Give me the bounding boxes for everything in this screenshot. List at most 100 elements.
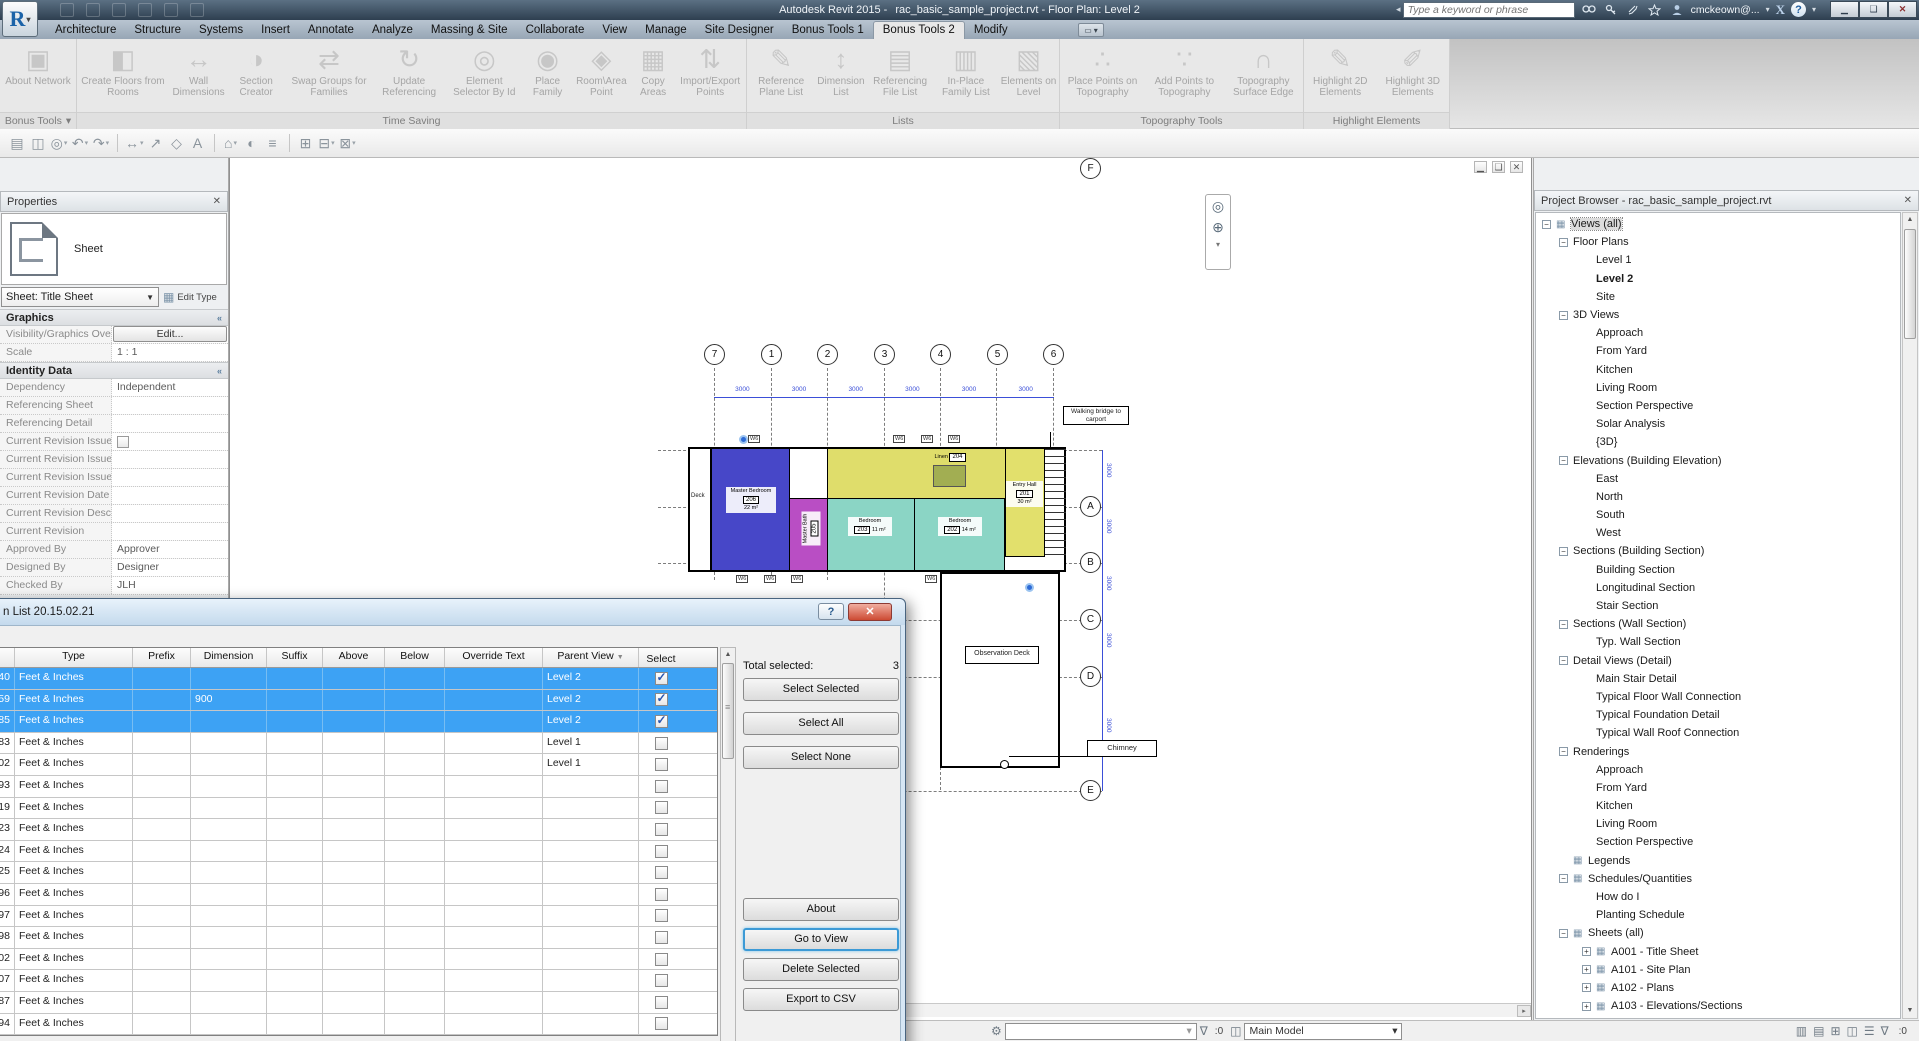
- tree-item[interactable]: + ▦ A104 - Elev./Sec./Det.: [1536, 1015, 1900, 1019]
- dimension-value[interactable]: 3000: [884, 386, 941, 393]
- room-deck[interactable]: Deck: [690, 449, 712, 570]
- row-checkbox[interactable]: [655, 931, 668, 944]
- ribbon-button[interactable]: ◈Room\Area Point: [571, 41, 632, 99]
- tree-item[interactable]: ▦ South: [1536, 506, 1900, 524]
- communication-center-icon[interactable]: [1625, 2, 1641, 18]
- tree-item-label[interactable]: Sections (Wall Section): [1573, 618, 1686, 630]
- row-checkbox[interactable]: [655, 780, 668, 793]
- tree-item[interactable]: ▦ Typical Foundation Detail: [1536, 706, 1900, 724]
- column-header[interactable]: Select: [639, 648, 683, 667]
- property-value[interactable]: 1 : 1 1 : 1: [112, 344, 228, 361]
- tree-item-label[interactable]: {3D}: [1596, 436, 1617, 448]
- column-header[interactable]: [0, 648, 15, 667]
- ribbon-tab[interactable]: Bonus Tools 2: [873, 21, 965, 39]
- row-checkbox[interactable]: [655, 974, 668, 987]
- grid-bubble[interactable]: C: [1080, 609, 1101, 630]
- tree-expand-icon[interactable]: −: [1559, 238, 1568, 247]
- tree-item[interactable]: ▦ West: [1536, 524, 1900, 542]
- property-value[interactable]: Approver: [112, 541, 228, 558]
- ribbon-button[interactable]: ⇄Swap Groups for Families: [284, 41, 374, 99]
- tree-item-label[interactable]: From Yard: [1596, 345, 1647, 357]
- ribbon-tab[interactable]: Manage: [636, 22, 696, 39]
- dimension-value[interactable]: 3000: [941, 386, 998, 393]
- table-scrollbar[interactable]: ▲ ▼: [720, 647, 736, 1041]
- scroll-right-icon[interactable]: ▸: [1517, 1005, 1531, 1017]
- tree-item-label[interactable]: Kitchen: [1596, 800, 1633, 812]
- table-row[interactable]: 523 Feet & Inches: [0, 819, 717, 841]
- grid-bubble[interactable]: 1: [761, 344, 782, 365]
- tree-item-label[interactable]: Building Section: [1596, 564, 1675, 576]
- exclude-options-icon[interactable]: ▤: [1813, 1024, 1824, 1038]
- chimney-symbol[interactable]: [1000, 760, 1009, 769]
- tree-item-label[interactable]: A104 - Elev./Sec./Det.: [1611, 1018, 1718, 1019]
- ribbon-tab[interactable]: Bonus Tools 1: [783, 22, 873, 39]
- tree-item-label[interactable]: West: [1596, 527, 1621, 539]
- tree-item[interactable]: ▦ {3D}: [1536, 433, 1900, 451]
- ribbon-tab[interactable]: Modify: [965, 22, 1017, 39]
- tree-item[interactable]: ▦ Longitudinal Section: [1536, 579, 1900, 597]
- tree-item-label[interactable]: Typical Floor Wall Connection: [1596, 691, 1741, 703]
- property-value[interactable]: JLH: [112, 577, 228, 594]
- ribbon-button[interactable]: ▥In-Place Family List: [934, 41, 998, 99]
- close-icon[interactable]: ✕: [213, 196, 221, 207]
- tree-expand-icon[interactable]: −: [1559, 929, 1568, 938]
- ribbon-button[interactable]: ✐Highlight 3D Elements: [1377, 41, 1450, 99]
- tree-item-label[interactable]: From Yard: [1596, 782, 1647, 794]
- table-row[interactable]: 697 Feet & Inches: [0, 906, 717, 928]
- grid-bubble[interactable]: D: [1080, 666, 1101, 687]
- filter-icon[interactable]: ∇: [1200, 1024, 1208, 1038]
- table-row[interactable]: 385 Feet & Inches Level 2: [0, 711, 717, 733]
- tree-item[interactable]: ▦ Typical Floor Wall Connection: [1536, 688, 1900, 706]
- column-header[interactable]: Type: [15, 648, 133, 667]
- dimension-value[interactable]: 3000: [1105, 718, 1112, 732]
- annotation-observation-deck[interactable]: Observation Deck: [965, 646, 1039, 664]
- grid-bubble[interactable]: A: [1080, 496, 1101, 517]
- restore-button[interactable]: ❑: [1859, 1, 1888, 18]
- room-closet[interactable]: [790, 449, 828, 499]
- tree-item-label[interactable]: Sheets (all): [1588, 927, 1644, 939]
- ribbon-button[interactable]: ↻Update Referencing: [374, 41, 444, 99]
- active-workset-dropdown[interactable]: ▾: [1005, 1023, 1197, 1040]
- tree-item[interactable]: + ▦ A101 - Site Plan: [1536, 961, 1900, 979]
- selection-marker[interactable]: [1025, 583, 1034, 592]
- linen-closet[interactable]: [933, 465, 966, 487]
- dimension-value[interactable]: 3000: [1105, 463, 1112, 477]
- tree-item[interactable]: ▦ Level 1: [1536, 251, 1900, 269]
- tree-expand-icon[interactable]: −: [1559, 311, 1568, 320]
- ribbon-button[interactable]: ∴Place Points on Topography: [1060, 41, 1145, 99]
- tree-item[interactable]: + ▦ A001 - Title Sheet: [1536, 943, 1900, 961]
- checkbox[interactable]: [117, 436, 129, 448]
- tree-item-label[interactable]: Legends: [1588, 855, 1630, 867]
- dimension-line[interactable]: [714, 397, 1054, 398]
- tree-item[interactable]: − ▦ Floor Plans: [1536, 233, 1900, 251]
- room-tag[interactable]: Master Bedroom 206 22 m²: [726, 487, 776, 513]
- thin-lines-icon[interactable]: ≡: [264, 133, 282, 153]
- table-row[interactable]: 698 Feet & Inches: [0, 927, 717, 949]
- table-row[interactable]: 524 Feet & Inches: [0, 841, 717, 863]
- table-row[interactable]: 440 Feet & Inches Level 2: [0, 668, 717, 690]
- property-value[interactable]: [112, 451, 228, 468]
- row-checkbox[interactable]: [655, 888, 668, 901]
- section-header-identity-data[interactable]: Identity Data«: [0, 362, 228, 379]
- room-tag[interactable]: Bedroom 202 14 m²: [938, 517, 982, 536]
- wall-tag[interactable]: W6: [893, 435, 905, 443]
- tree-item-label[interactable]: Sections (Building Section): [1573, 545, 1704, 557]
- signed-in-user[interactable]: cmckeown@...: [1691, 4, 1760, 16]
- tree-item-label[interactable]: A001 - Title Sheet: [1611, 946, 1698, 958]
- property-value[interactable]: Independent: [112, 379, 228, 396]
- tree-item-label[interactable]: South: [1596, 509, 1625, 521]
- tree-item[interactable]: ▦ Kitchen: [1536, 361, 1900, 379]
- row-checkbox[interactable]: [655, 953, 668, 966]
- wall-tag[interactable]: W6: [764, 575, 776, 583]
- exchange-apps-icon[interactable]: X: [1776, 2, 1785, 18]
- tree-expand-icon[interactable]: −: [1559, 620, 1568, 629]
- row-checkbox[interactable]: [655, 715, 668, 728]
- favorites-star-icon[interactable]: [1647, 2, 1663, 18]
- switch-windows-icon[interactable]: ⊟▾: [318, 133, 336, 153]
- tree-expand-icon[interactable]: −: [1542, 220, 1551, 229]
- table-row[interactable]: 787 Feet & Inches: [0, 992, 717, 1014]
- tree-item-label[interactable]: Planting Schedule: [1596, 909, 1685, 921]
- column-header[interactable]: Prefix: [133, 648, 191, 667]
- table-row[interactable]: 159 Feet & Inches 900 Level 2: [0, 690, 717, 712]
- help-menu-caret-icon[interactable]: ▾: [1812, 5, 1816, 14]
